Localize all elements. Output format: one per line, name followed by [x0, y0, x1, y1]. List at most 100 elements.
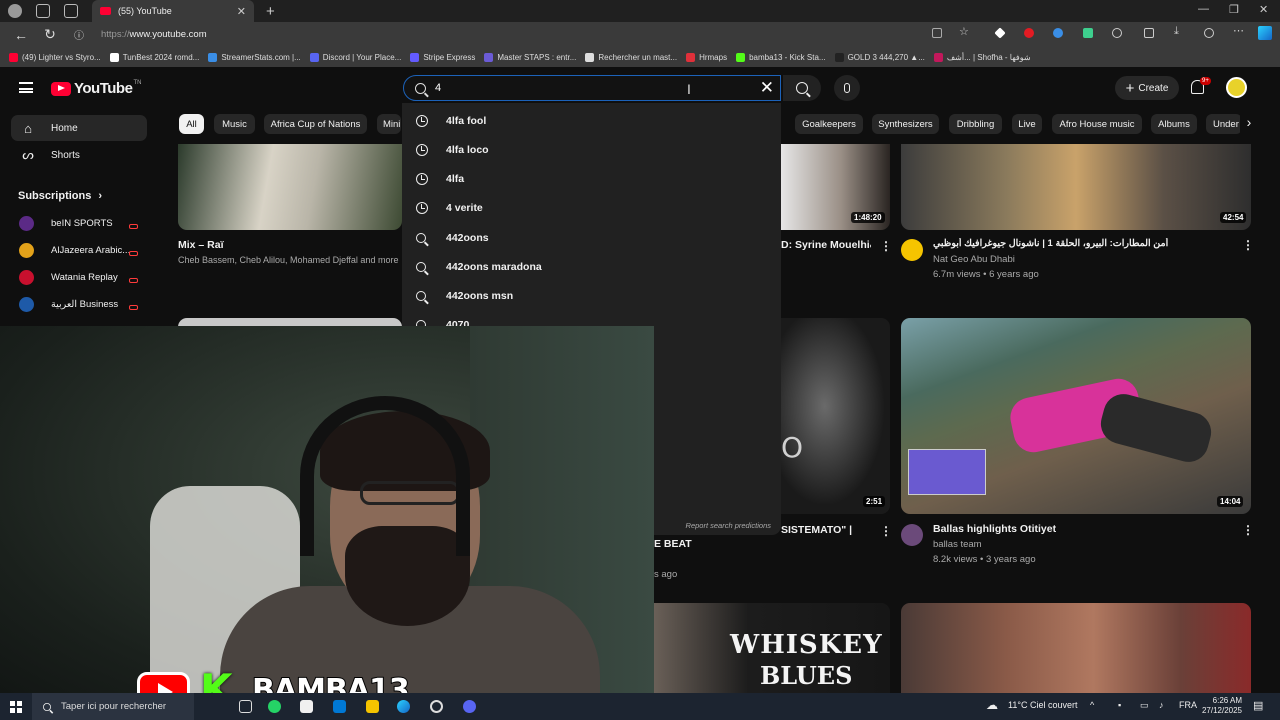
suggestion-item[interactable]: 442oons msn: [402, 281, 781, 310]
video-thumbnail[interactable]: [901, 144, 1251, 230]
minimize-icon[interactable]: —: [1198, 3, 1209, 15]
new-tab-icon[interactable]: +: [266, 3, 275, 20]
clear-search-icon[interactable]: ✕: [760, 78, 774, 98]
video-title[interactable]: SISTEMATO" |: [781, 524, 871, 536]
extension-green-icon[interactable]: [1083, 28, 1093, 38]
sidebar-item-home[interactable]: ⌂ Home: [11, 115, 147, 141]
video-thumbnail[interactable]: [901, 603, 1251, 693]
edge-icon[interactable]: [397, 700, 410, 713]
taskbar-search[interactable]: Taper ici pour rechercher: [32, 693, 194, 720]
windows-start-icon[interactable]: [10, 700, 22, 713]
bookmark-item[interactable]: Rechercher un mast...: [585, 52, 677, 62]
extension-red-icon[interactable]: [1024, 28, 1034, 38]
chip[interactable]: Albums: [1151, 114, 1197, 134]
video-thumbnail[interactable]: WHISKEY BLUES: [654, 603, 890, 693]
tray-app-icon[interactable]: ▪: [1118, 700, 1121, 710]
notifications-icon[interactable]: ▤: [1253, 699, 1263, 712]
avatar[interactable]: [1226, 77, 1247, 98]
create-button[interactable]: + Create: [1115, 76, 1179, 100]
clock[interactable]: 6:26 AM 27/12/2025: [1196, 696, 1242, 716]
video-title[interactable]: Ballas highlights Otitiyet: [933, 523, 1233, 535]
channel-name[interactable]: ballas team: [933, 539, 1233, 550]
channel-name[interactable]: Nat Geo Abu Dhabi: [933, 254, 1233, 265]
discord-icon[interactable]: [463, 700, 476, 713]
language-indicator[interactable]: FRA: [1179, 700, 1197, 710]
address-bar[interactable]: https://www.youtube.com: [101, 29, 207, 40]
network-icon[interactable]: ▭: [1140, 700, 1149, 711]
more-options-icon[interactable]: ⋮: [880, 239, 892, 253]
search-box[interactable]: ✕: [403, 75, 781, 101]
extensions-icon[interactable]: [1112, 28, 1122, 38]
bookmark-item[interactable]: Stripe Express: [410, 52, 475, 62]
channel-avatar[interactable]: [901, 239, 923, 261]
suggestion-item[interactable]: 4lfa: [402, 164, 781, 193]
video-title-line[interactable]: E BEAT: [654, 538, 714, 550]
suggestion-item[interactable]: 4lfa fool: [402, 106, 781, 135]
more-options-icon[interactable]: ⋮: [1242, 238, 1254, 252]
tab-actions-icon[interactable]: [64, 4, 78, 18]
subscriptions-heading[interactable]: Subscriptions ›: [18, 190, 102, 202]
voice-search-button[interactable]: [834, 75, 860, 101]
extension-blue-icon[interactable]: [1053, 28, 1063, 38]
chip[interactable]: Goalkeepers: [795, 114, 863, 134]
chip[interactable]: All: [179, 114, 204, 134]
sidebar-channel[interactable]: العربية Business: [19, 297, 139, 312]
video-title[interactable]: أمن المطارات: البيرو، الحلقة 1 | ناشونال…: [933, 238, 1233, 249]
bookmark-item[interactable]: bamba13 - Kick Sta...: [736, 52, 826, 62]
bookmark-item[interactable]: Hrmaps: [686, 52, 727, 62]
chip[interactable]: Synthesizers: [872, 114, 939, 134]
favorite-star-icon[interactable]: ☆: [959, 25, 969, 38]
whatsapp-icon[interactable]: [268, 700, 281, 713]
channel-avatar[interactable]: [901, 524, 923, 546]
browser-tab-youtube[interactable]: (55) YouTube ✕: [92, 0, 254, 22]
bookmark-item[interactable]: TunBest 2024 romd...: [109, 52, 199, 62]
site-info-icon[interactable]: ⓘ: [71, 27, 87, 42]
video-meta[interactable]: Cheb Bassem, Cheb Alilou, Mohamed Djeffa…: [178, 255, 402, 265]
bookmark-item[interactable]: أشف... | Shofha - شوفها: [933, 52, 1031, 62]
bookmark-item[interactable]: Master STAPS : entr...: [484, 52, 576, 62]
task-view-icon[interactable]: [239, 700, 252, 713]
chip[interactable]: Music: [214, 114, 255, 134]
restore-icon[interactable]: ❐: [1229, 3, 1239, 16]
chip[interactable]: Africa Cup of Nations: [264, 114, 367, 134]
youtube-logo[interactable]: YouTube TN: [51, 80, 141, 97]
reload-icon[interactable]: ↻: [42, 26, 58, 43]
suggestion-item[interactable]: 4lfa loco: [402, 135, 781, 164]
video-thumbnail[interactable]: O: [781, 318, 890, 514]
file-explorer-icon[interactable]: [366, 700, 379, 713]
bookmark-item[interactable]: (49) Lighter vs Styro...: [9, 52, 101, 62]
more-menu-icon[interactable]: ⋯: [1233, 24, 1244, 37]
suggestion-item[interactable]: 442oons: [402, 223, 781, 252]
video-thumbnail[interactable]: [901, 318, 1251, 514]
search-button[interactable]: [783, 75, 821, 101]
chip[interactable]: Mini: [377, 114, 401, 134]
profile-icon[interactable]: [8, 4, 22, 18]
chip[interactable]: Live: [1012, 114, 1042, 134]
bookmark-item[interactable]: StreamerStats.com |...: [208, 52, 301, 62]
video-title[interactable]: Mix – Raï: [178, 239, 402, 251]
video-title[interactable]: D: Syrine Mouelhi&: [781, 239, 871, 251]
weather-icon[interactable]: ☁: [986, 698, 998, 712]
chip[interactable]: Afro House music: [1052, 114, 1142, 134]
bookmark-item[interactable]: GOLD 3 444,270 ▲...: [834, 52, 925, 62]
back-icon[interactable]: ←: [13, 27, 29, 43]
split-screen-icon[interactable]: [1144, 28, 1154, 38]
sidebar-item-shorts[interactable]: ᔕ Shorts: [11, 142, 147, 168]
volume-icon[interactable]: ♪: [1159, 700, 1164, 710]
report-search-predictions[interactable]: Report search predictions: [686, 521, 771, 530]
tray-chevron-icon[interactable]: ^: [1090, 700, 1094, 710]
close-tab-icon[interactable]: ✕: [237, 5, 246, 18]
workspaces-icon[interactable]: [36, 4, 50, 18]
menu-icon[interactable]: [19, 82, 33, 93]
suggestion-item[interactable]: 442oons maradona: [402, 252, 781, 281]
obs-icon[interactable]: [430, 700, 443, 713]
suggestion-item[interactable]: 4 verite: [402, 193, 781, 222]
sidebar-channel[interactable]: Watania Replay: [19, 270, 139, 285]
chips-next-icon[interactable]: ›: [1240, 114, 1258, 134]
mail-icon[interactable]: [333, 700, 346, 713]
bookmark-item[interactable]: Discord | Your Place...: [309, 52, 401, 62]
copilot-icon[interactable]: [1258, 26, 1272, 40]
chip[interactable]: Under: [1206, 114, 1242, 134]
video-thumbnail[interactable]: [178, 144, 402, 230]
chip[interactable]: Dribbling: [949, 114, 1002, 134]
